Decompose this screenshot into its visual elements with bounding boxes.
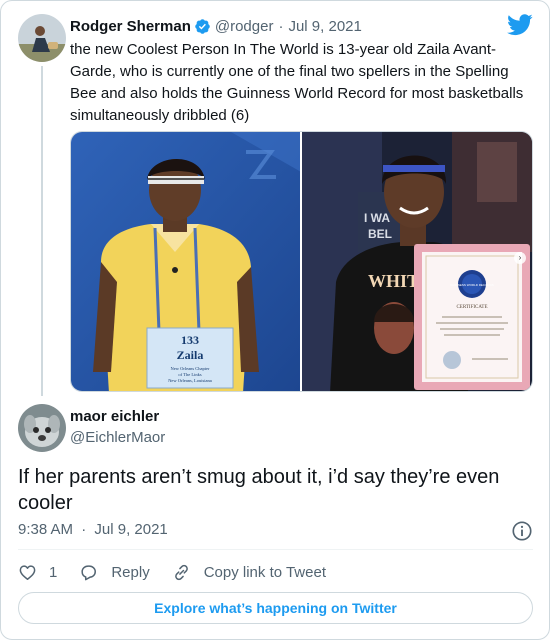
- link-icon: [174, 564, 188, 580]
- copy-link-button[interactable]: Copy link to Tweet: [172, 563, 326, 582]
- reply-time: 9:38 AM: [18, 521, 74, 538]
- reply-button[interactable]: Reply: [79, 563, 150, 582]
- certificate-label: CERTIFICATE: [456, 305, 487, 310]
- verified-badge-icon: [195, 18, 210, 34]
- parent-author-name[interactable]: Rodger Sherman: [70, 18, 191, 35]
- heart-icon: [19, 564, 36, 580]
- maor-avatar[interactable]: [18, 404, 66, 452]
- info-icon[interactable]: [511, 520, 533, 542]
- bib-line1: New Orleans Chapter: [171, 366, 210, 371]
- photo-spelling-bee[interactable]: 133 Zaila New Orleans Chapter of The Lin…: [71, 132, 300, 391]
- reply-author-name[interactable]: maor eichler: [70, 408, 159, 425]
- reply-tweet-text: If her parents aren’t smug about it, i’d…: [18, 466, 500, 514]
- parent-handle[interactable]: @rodger: [215, 18, 274, 35]
- like-count: 1: [49, 563, 58, 581]
- actions-divider: [18, 549, 533, 550]
- dot-separator: ·: [278, 17, 284, 35]
- reply-date: Jul 9, 2021: [94, 521, 168, 538]
- sign-text-1: I WA: [364, 211, 390, 225]
- rodger-avatar[interactable]: [18, 14, 66, 62]
- copy-link-label: Copy link to Tweet: [203, 563, 326, 581]
- parent-date[interactable]: Jul 9, 2021: [288, 18, 361, 35]
- carousel-next-icon[interactable]: ›: [514, 252, 526, 264]
- speech-bubble-icon: [81, 564, 97, 580]
- dot-separator: ·: [81, 521, 87, 538]
- explore-twitter-button[interactable]: Explore what’s happening on Twitter: [18, 592, 533, 624]
- parent-tweet-header: Rodger Sherman @rodger · Jul 9, 2021: [70, 15, 362, 37]
- bib-line2: of The Links: [178, 372, 201, 377]
- twitter-bird-icon[interactable]: [507, 14, 533, 36]
- sign-text-2: BEL: [368, 227, 392, 241]
- bib-number: 133: [181, 333, 199, 347]
- photo-guinness-certificate[interactable]: I WA BEL WHIT GUINNESS WORLD RECORDS CER…: [302, 132, 532, 391]
- tweet-actions-bar: 1 Reply Copy link to Tweet: [18, 561, 348, 583]
- shirt-text: WHIT: [368, 271, 419, 291]
- guinness-seal-text: GUINNESS WORLD RECORDS: [450, 283, 494, 287]
- tweet-media-grid[interactable]: 133 Zaila New Orleans Chapter of The Lin…: [70, 131, 533, 392]
- reply-timestamp[interactable]: 9:38 AM · Jul 9, 2021: [18, 521, 168, 538]
- bib-name: Zaila: [177, 348, 204, 362]
- reply-label: Reply: [111, 563, 150, 581]
- parent-tweet-text: the new Coolest Person In The World is 1…: [70, 41, 524, 124]
- thread-connector-line: [41, 66, 43, 396]
- reply-handle[interactable]: @EichlerMaor: [70, 429, 165, 446]
- like-button[interactable]: 1: [18, 563, 57, 582]
- embedded-tweet-card: Rodger Sherman @rodger · Jul 9, 2021 the…: [0, 0, 550, 640]
